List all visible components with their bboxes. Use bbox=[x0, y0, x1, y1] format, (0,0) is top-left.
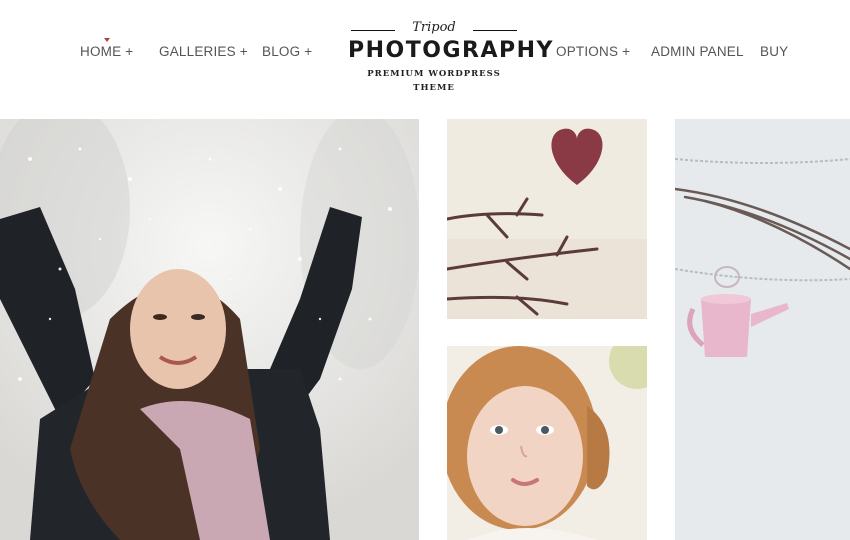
logo-title: PHOTOGRAPHY bbox=[348, 38, 554, 63]
nav-blog[interactable]: BLOG + bbox=[262, 44, 312, 59]
gallery-photo-winter-girl[interactable] bbox=[0, 119, 419, 540]
gallery-photo-watering-can[interactable] bbox=[675, 119, 850, 540]
nav-options[interactable]: OPTIONS + bbox=[556, 44, 630, 59]
winter-girl-image bbox=[0, 119, 419, 540]
logo-tagline: PREMIUM WORDPRESS THEME bbox=[367, 69, 501, 93]
active-indicator-icon bbox=[104, 38, 110, 42]
gallery-photo-heart-branch[interactable] bbox=[447, 119, 647, 319]
watering-can-image bbox=[675, 119, 850, 540]
logo-script-text: Tripod bbox=[412, 20, 456, 35]
logo-divider-left bbox=[351, 30, 395, 31]
nav-buy[interactable]: BUY bbox=[760, 44, 788, 59]
nav-admin-panel[interactable]: ADMIN PANEL bbox=[651, 44, 744, 59]
nav-galleries[interactable]: GALLERIES + bbox=[159, 44, 248, 59]
nav-home[interactable]: HOME + bbox=[80, 44, 133, 59]
curly-girl-image bbox=[447, 346, 647, 540]
site-logo[interactable]: Tripod PHOTOGRAPHY PREMIUM WORDPRESS THE… bbox=[348, 18, 554, 93]
logo-divider-right bbox=[473, 30, 517, 31]
gallery-photo-curly-girl[interactable] bbox=[447, 346, 647, 540]
site-header: HOME + GALLERIES + BLOG + Tripod PHOTOGR… bbox=[0, 0, 850, 118]
heart-branch-image bbox=[447, 119, 647, 319]
